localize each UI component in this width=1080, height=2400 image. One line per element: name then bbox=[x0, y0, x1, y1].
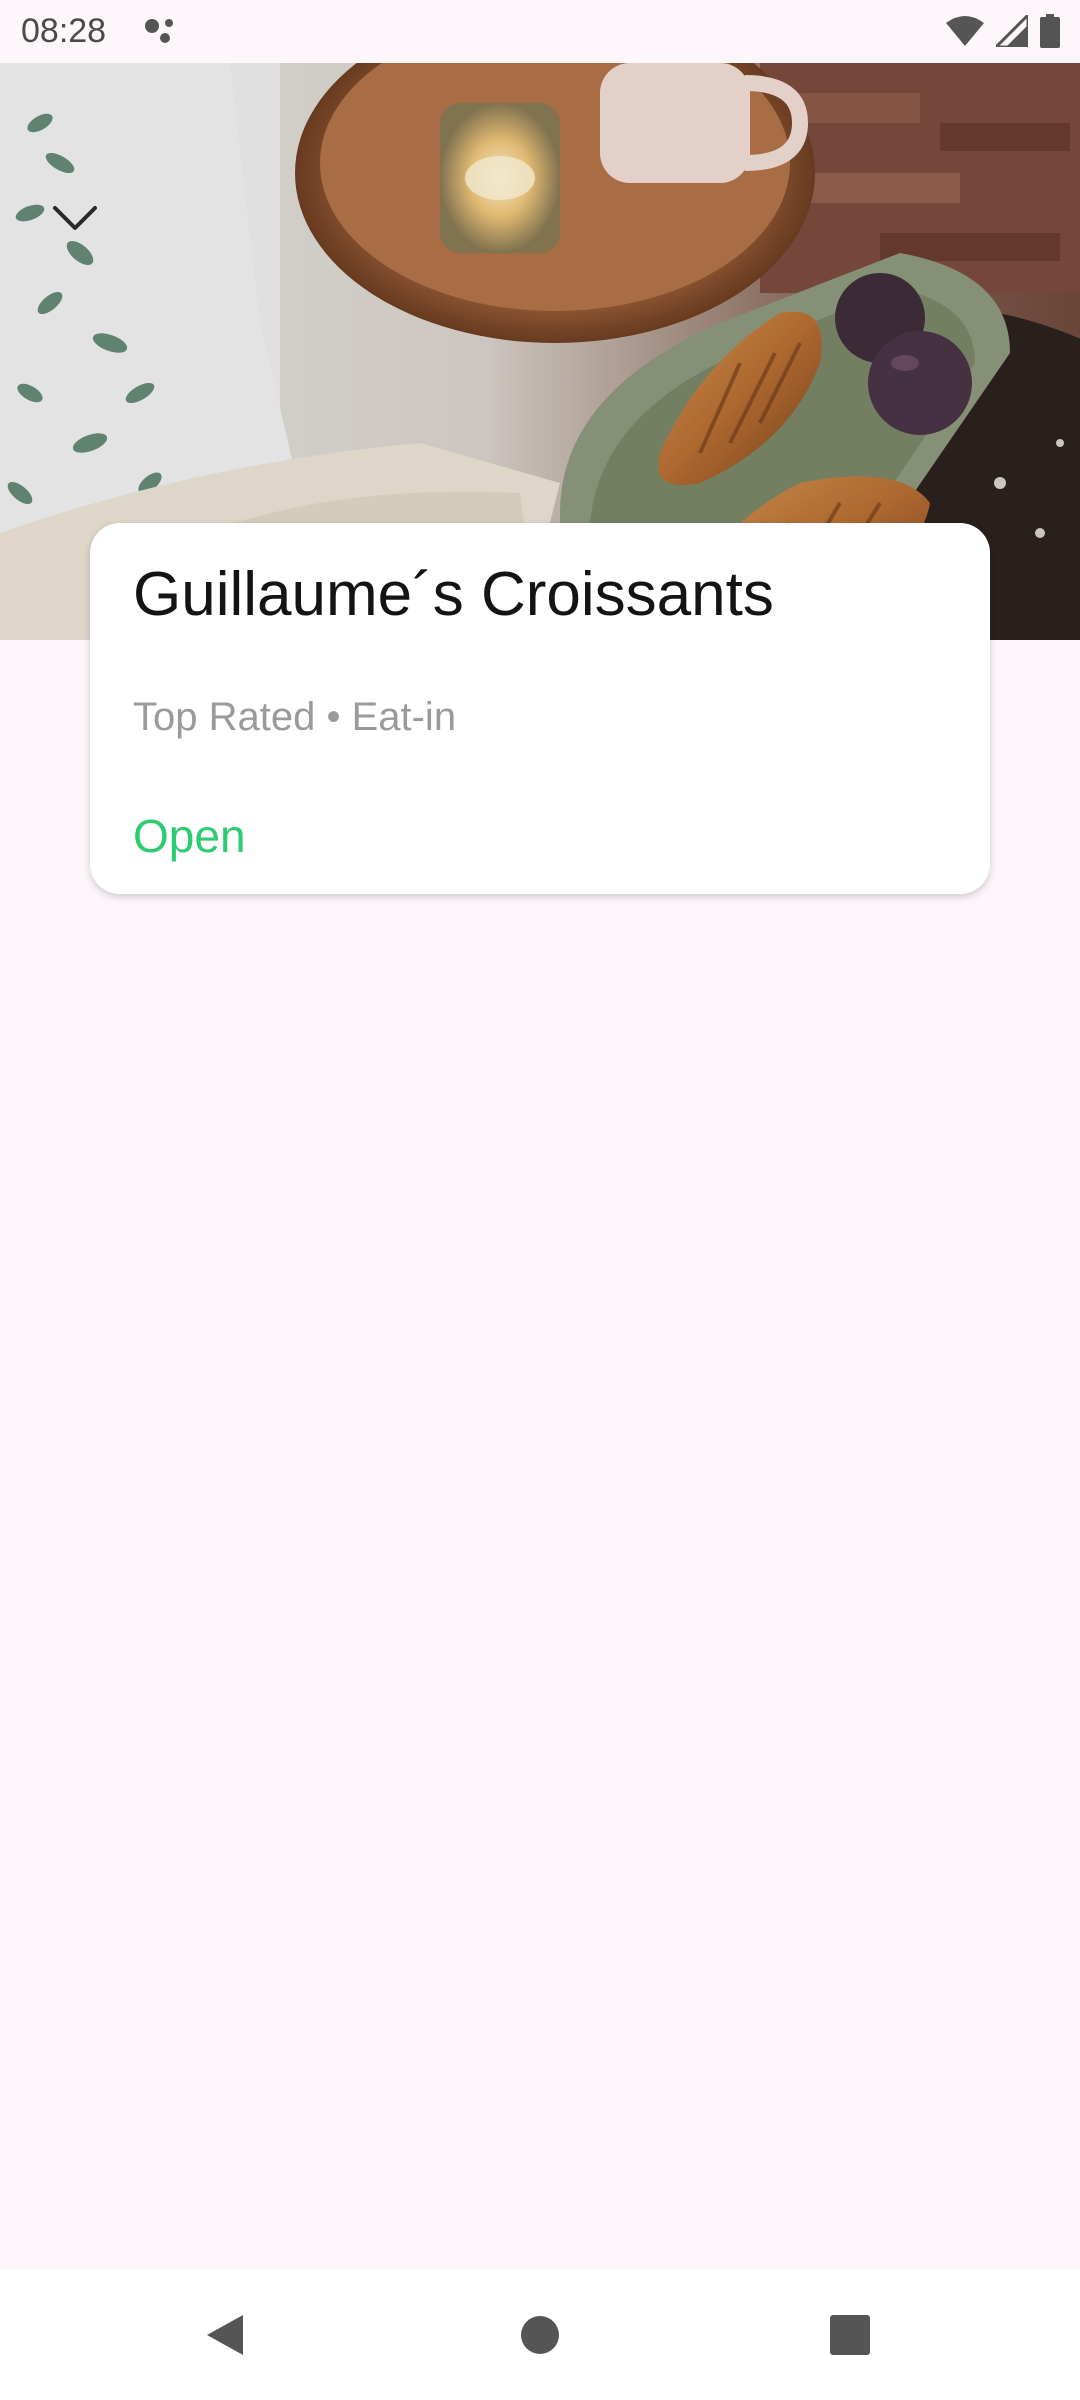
back-button[interactable] bbox=[160, 2270, 290, 2400]
notification-dots-icon bbox=[145, 19, 173, 43]
restaurant-card[interactable]: Guillaume´s Croissants Top Rated • Eat-i… bbox=[90, 523, 990, 894]
back-icon bbox=[207, 2315, 243, 2355]
screen: 08:28 Guillaume´s Croissants Top Rated •… bbox=[0, 0, 1080, 2400]
recents-icon bbox=[830, 2315, 870, 2355]
collapse-button[interactable] bbox=[40, 183, 110, 253]
restaurant-title: Guillaume´s Croissants bbox=[133, 560, 774, 629]
wifi-icon bbox=[946, 16, 984, 46]
status-icons bbox=[946, 14, 1060, 48]
battery-icon bbox=[1040, 14, 1060, 48]
status-bar: 08:28 bbox=[0, 0, 1080, 63]
status-time: 08:28 bbox=[21, 12, 107, 50]
chevron-down-icon bbox=[53, 206, 97, 230]
navigation-bar bbox=[0, 2270, 1080, 2400]
cell-signal-icon bbox=[996, 15, 1028, 47]
restaurant-subtitle: Top Rated • Eat-in bbox=[133, 695, 457, 739]
home-button[interactable] bbox=[475, 2270, 605, 2400]
recents-button[interactable] bbox=[785, 2270, 915, 2400]
home-icon bbox=[521, 2316, 559, 2354]
open-status: Open bbox=[133, 810, 246, 862]
